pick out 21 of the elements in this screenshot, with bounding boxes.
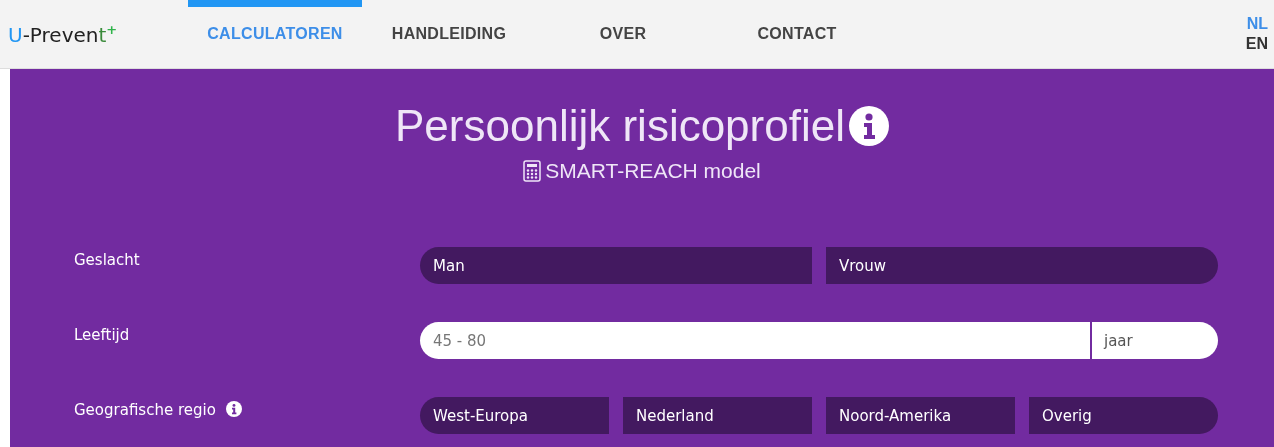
info-icon[interactable] [848, 106, 889, 146]
nav-tab[interactable]: OVER [536, 0, 710, 68]
calculator-icon [523, 160, 542, 182]
age-input[interactable]: 45 - 80 [420, 322, 1090, 359]
nav-tab[interactable]: CONTACT [710, 0, 884, 68]
field-label: Leeftijd [74, 326, 130, 344]
nav-tab[interactable]: HANDLEIDING [362, 0, 536, 68]
option-button[interactable]: West-Europa [420, 397, 609, 434]
option-button[interactable]: Overig [1029, 397, 1218, 434]
field-label: Geografische regio [74, 401, 216, 419]
field-label: Geslacht [74, 251, 140, 269]
page-title: Persoonlijk risicoprofiel [395, 101, 845, 151]
logo[interactable]: U-Prevent$^{+}$ [0, 21, 188, 47]
model-name: SMART-REACH model [545, 159, 761, 183]
option-button[interactable]: Man [420, 247, 812, 284]
unit-label: jaar [1092, 322, 1218, 359]
option-button[interactable]: Vrouw [826, 247, 1218, 284]
option-button[interactable]: Nederland [623, 397, 812, 434]
info-icon[interactable] [225, 401, 242, 417]
language-link[interactable]: EN [1245, 35, 1268, 53]
option-button[interactable]: Noord-Amerika [826, 397, 1015, 434]
